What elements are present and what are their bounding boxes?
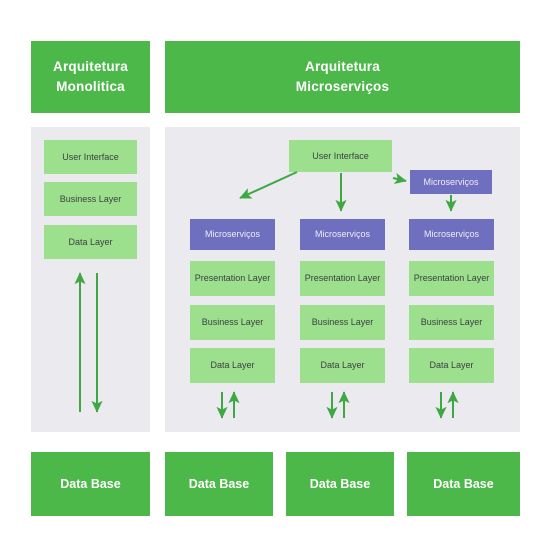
microservices-entry-label: User Interface: [312, 150, 369, 161]
layer-label: Data Layer: [210, 360, 255, 371]
business-layer-col2: Business Layer: [300, 305, 385, 340]
database-monolith: Data Base: [31, 452, 150, 516]
database-label: Data Base: [188, 476, 250, 491]
layer-label: Presentation Layer: [304, 273, 381, 284]
database-label: Data Base: [60, 476, 121, 491]
presentation-layer-col2: Presentation Layer: [300, 261, 385, 296]
layer-label: Presentation Layer: [413, 273, 490, 284]
header-microservices-architecture: Arquitetura Microserviços: [165, 41, 520, 113]
microservice-box-col1: Microserviços: [190, 219, 275, 250]
layer-label: Data Layer: [320, 360, 365, 371]
data-layer-col2: Data Layer: [300, 348, 385, 383]
microservice-label: Microserviços: [423, 229, 479, 240]
microservice-label: Microserviços: [314, 229, 370, 240]
monolith-layer-data-layer: Data Layer: [44, 225, 137, 259]
database-label: Data Base: [433, 476, 494, 491]
business-layer-col3: Business Layer: [409, 305, 494, 340]
header-microservices-line2: Microserviços: [295, 79, 390, 94]
monolith-layer-business-layer: Business Layer: [44, 182, 137, 216]
microservices-entry-user-interface: User Interface: [289, 140, 392, 172]
layer-label: Presentation Layer: [194, 273, 271, 284]
header-monolithic-architecture: Arquitetura Monolitica: [31, 41, 150, 113]
microservice-box-col3: Microserviços: [409, 219, 494, 250]
layer-label: Business Layer: [311, 317, 374, 328]
layer-label: Business Layer: [420, 317, 483, 328]
architecture-diagram: Arquitetura Monolitica Arquitetura Micro…: [0, 0, 550, 550]
data-layer-col3: Data Layer: [409, 348, 494, 383]
header-microservices-line1: Arquitetura: [305, 59, 380, 75]
layer-label: Data Layer: [429, 360, 474, 371]
microservice-label: Microserviços: [204, 229, 260, 240]
header-monolithic-line1: Arquitetura: [53, 59, 128, 75]
monolith-layer-label: Business Layer: [59, 193, 122, 204]
monolith-layer-label: Data Layer: [68, 236, 113, 247]
database-col3: Data Base: [407, 452, 520, 516]
monolith-layer-label: User Interface: [62, 151, 119, 162]
database-col1: Data Base: [165, 452, 273, 516]
database-label: Data Base: [309, 476, 371, 491]
presentation-layer-col1: Presentation Layer: [190, 261, 275, 296]
microservice-box-col2: Microserviços: [300, 219, 385, 250]
data-layer-col1: Data Layer: [190, 348, 275, 383]
header-monolithic-line2: Monolitica: [56, 79, 125, 94]
database-col2: Data Base: [286, 452, 394, 516]
microservices-gateway-service: Microserviços: [410, 170, 492, 194]
layer-label: Business Layer: [201, 317, 264, 328]
presentation-layer-col3: Presentation Layer: [409, 261, 494, 296]
monolith-layer-user-interface: User Interface: [44, 140, 137, 174]
microservices-gateway-label: Microserviços: [423, 176, 479, 187]
business-layer-col1: Business Layer: [190, 305, 275, 340]
